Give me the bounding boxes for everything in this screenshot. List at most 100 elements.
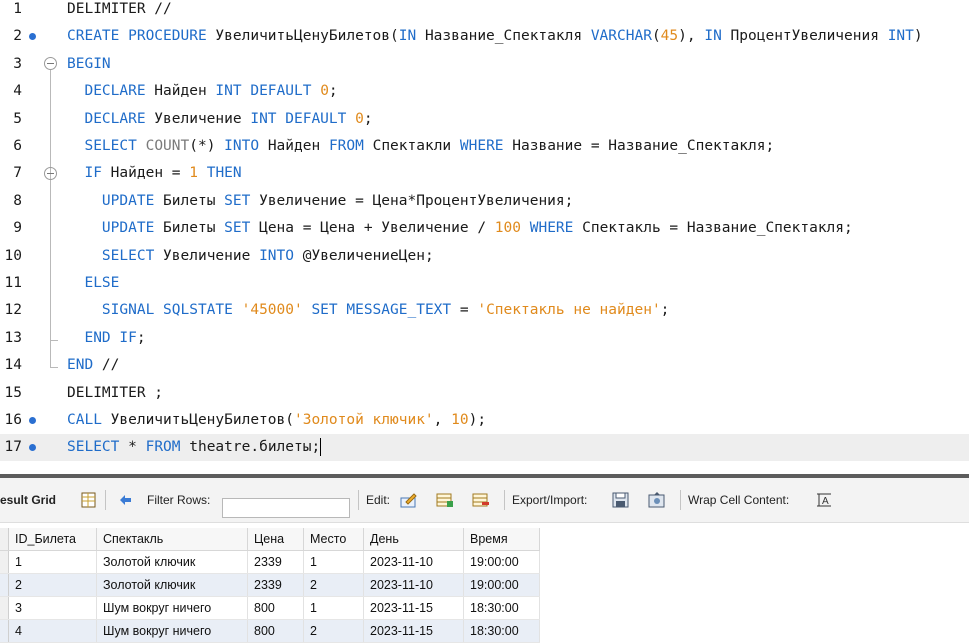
cell-id[interactable]: 1 bbox=[8, 550, 97, 574]
cell-time[interactable]: 19:00:00 bbox=[463, 573, 540, 597]
cell-day[interactable]: 2023-11-10 bbox=[363, 573, 464, 597]
result-grid-tab[interactable]: esult Grid bbox=[0, 478, 56, 522]
line-number: 7 bbox=[13, 165, 22, 182]
code-token: ; bbox=[363, 110, 373, 127]
code-line[interactable]: 8 UPDATE Билеты SET Увеличение = Цена*Пр… bbox=[0, 188, 969, 215]
code-token: * bbox=[119, 439, 146, 456]
code-line[interactable]: 11 ELSE bbox=[0, 270, 969, 297]
code-line[interactable]: 7 IF Найден = 1 THEN bbox=[0, 160, 969, 187]
row-header[interactable] bbox=[0, 619, 9, 643]
code-token: ( bbox=[651, 28, 661, 45]
code-token: Билеты bbox=[154, 220, 225, 237]
statement-marker-icon[interactable] bbox=[29, 417, 36, 424]
import-icon[interactable] bbox=[648, 492, 666, 508]
code-line[interactable]: 16 CALL УвеличитьЦенуБилетов('Золотой клю… bbox=[0, 407, 969, 434]
result-grid[interactable]: ID_Билета Спектакль Цена Место День Врем… bbox=[0, 528, 540, 643]
cell-time[interactable]: 19:00:00 bbox=[463, 550, 540, 574]
column-header[interactable]: День bbox=[363, 528, 464, 551]
code-line[interactable]: 13 END IF; bbox=[0, 325, 969, 352]
code-line[interactable]: 15 DELIMITER ; bbox=[0, 380, 969, 407]
column-header[interactable]: ID_Билета bbox=[8, 528, 97, 551]
code-token: ; bbox=[660, 302, 670, 319]
statement-marker-icon[interactable] bbox=[29, 444, 36, 452]
code-token: Найден bbox=[145, 83, 216, 100]
statement-marker-icon[interactable] bbox=[29, 33, 36, 41]
code-line[interactable]: 12 SIGNAL SQLSTATE '45000' SET MESSAGE_T… bbox=[0, 297, 969, 324]
cell-price[interactable]: 800 bbox=[247, 619, 304, 643]
cell-seat[interactable]: 1 bbox=[303, 596, 364, 620]
column-header[interactable]: Место bbox=[303, 528, 364, 551]
svg-text:A: A bbox=[822, 496, 829, 507]
line-number: 17 bbox=[4, 439, 22, 456]
cell-time[interactable]: 18:30:00 bbox=[463, 619, 540, 643]
row-header[interactable] bbox=[0, 573, 9, 597]
line-number: 11 bbox=[4, 275, 22, 291]
add-row-icon[interactable] bbox=[436, 492, 454, 508]
cell-day[interactable]: 2023-11-10 bbox=[363, 550, 464, 574]
row-header[interactable] bbox=[0, 550, 9, 574]
cell-show[interactable]: Шум вокруг ничего bbox=[96, 619, 248, 643]
cell-id[interactable]: 4 bbox=[8, 619, 97, 643]
cell-seat[interactable]: 2 bbox=[303, 573, 364, 597]
table-row[interactable]: 4 Шум вокруг ничего 800 2 2023-11-15 18:… bbox=[0, 619, 540, 643]
code-line[interactable]: 4 DECLARE Найден INT DEFAULT 0; bbox=[0, 78, 969, 105]
code-token: BEGIN bbox=[67, 55, 111, 72]
code-token: SET bbox=[224, 192, 251, 209]
sql-editor[interactable]: 1 DELIMITER // 2 CREATE PROCEDURE Увеличить… bbox=[0, 0, 969, 472]
code-token: 45 bbox=[660, 28, 679, 45]
table-row[interactable]: 2 Золотой ключик 2339 2 2023-11-10 19:00… bbox=[0, 573, 540, 597]
code-token: CALL bbox=[67, 412, 102, 428]
filter-rows-input[interactable] bbox=[222, 498, 350, 518]
cell-seat[interactable]: 1 bbox=[303, 550, 364, 574]
export-icon[interactable] bbox=[612, 492, 630, 508]
code-token: SELECT bbox=[84, 138, 137, 154]
code-token: WHERE bbox=[459, 138, 504, 154]
code-token: CREATE PROCEDURE bbox=[67, 28, 207, 45]
cell-price[interactable]: 2339 bbox=[247, 550, 304, 574]
edit-row-icon[interactable] bbox=[400, 492, 418, 508]
cell-id[interactable]: 2 bbox=[8, 573, 97, 597]
grid-layout-icon[interactable] bbox=[80, 492, 98, 508]
code-text: SELECT COUNT(*) INTO Найден FROM Спектак… bbox=[67, 133, 774, 160]
column-header[interactable]: Спектакль bbox=[96, 528, 248, 551]
code-line[interactable]: 9 UPDATE Билеты SET Цена = Цена + Увелич… bbox=[0, 215, 969, 242]
delete-row-icon[interactable] bbox=[472, 492, 490, 508]
code-token: INTO bbox=[224, 138, 260, 154]
code-token: DECLARE bbox=[84, 83, 146, 100]
code-text: END IF; bbox=[67, 325, 145, 352]
code-line[interactable]: 5 DECLARE Увеличение INT DEFAULT 0; bbox=[0, 106, 969, 133]
line-number: 15 bbox=[4, 384, 22, 401]
column-header[interactable]: Цена bbox=[247, 528, 304, 551]
line-number: 14 bbox=[4, 357, 22, 374]
row-header[interactable] bbox=[0, 596, 9, 620]
cell-show[interactable]: Шум вокруг ничего bbox=[96, 596, 248, 620]
code-token: Спектакль = Название_Спектакля; bbox=[573, 220, 853, 237]
line-number: 16 bbox=[4, 412, 22, 428]
result-panel: esult Grid Filter Rows: Edit: Export/Imp… bbox=[0, 478, 969, 643]
cell-time[interactable]: 18:30:00 bbox=[463, 596, 540, 620]
cell-id[interactable]: 3 bbox=[8, 596, 97, 620]
cell-day[interactable]: 2023-11-15 bbox=[363, 596, 464, 620]
code-line[interactable]: 17 SELECT * FROM theatre.билеты; bbox=[0, 434, 969, 462]
cell-seat[interactable]: 2 bbox=[303, 619, 364, 643]
toolbar-separator bbox=[358, 490, 359, 510]
table-row[interactable]: 3 Шум вокруг ничего 800 1 2023-11-15 18:… bbox=[0, 596, 540, 620]
code-line[interactable]: 10 SELECT Увеличение INTO @УвеличениеЦен… bbox=[0, 243, 969, 270]
refresh-icon[interactable] bbox=[117, 492, 135, 508]
cell-price[interactable]: 800 bbox=[247, 596, 304, 620]
code-line[interactable]: 3 BEGIN bbox=[0, 51, 969, 78]
cell-price[interactable]: 2339 bbox=[247, 573, 304, 597]
code-line[interactable]: 2 CREATE PROCEDURE УвеличитьЦенуБилетов(I… bbox=[0, 23, 969, 50]
wrap-cell-icon[interactable]: A bbox=[815, 492, 833, 508]
code-line[interactable]: 1 DELIMITER // bbox=[0, 0, 969, 23]
table-row[interactable]: 1 Золотой ключик 2339 1 2023-11-10 19:00… bbox=[0, 550, 540, 574]
cell-day[interactable]: 2023-11-15 bbox=[363, 619, 464, 643]
column-header[interactable]: Время bbox=[463, 528, 540, 551]
cell-show[interactable]: Золотой ключик bbox=[96, 573, 248, 597]
cell-show[interactable]: Золотой ключик bbox=[96, 550, 248, 574]
code-line[interactable]: 6 SELECT COUNT(*) INTO Найден FROM Спект… bbox=[0, 133, 969, 160]
code-line[interactable]: 14 END // bbox=[0, 352, 969, 379]
